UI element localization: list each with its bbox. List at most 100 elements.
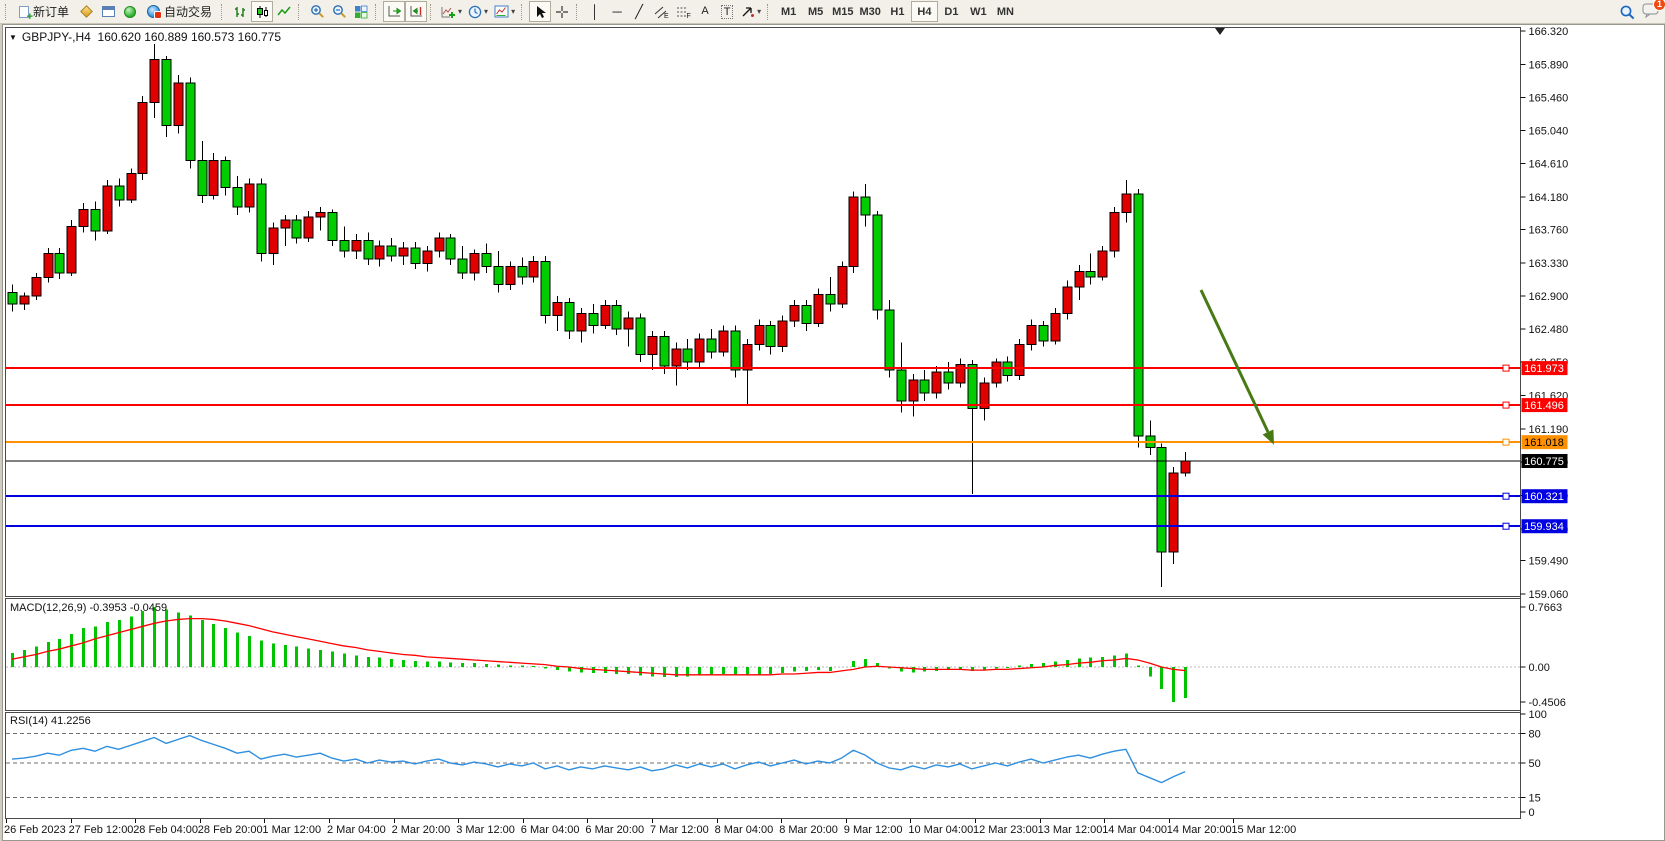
time-axis[interactable]: 26 Feb 202327 Feb 12:0028 Feb 04:0028 Fe… <box>4 819 1296 836</box>
hline-160.321[interactable]: 160.321 <box>6 489 1568 503</box>
crosshair-icon <box>555 5 569 19</box>
hline-160.775[interactable]: 160.775 <box>6 454 1568 468</box>
search-icon[interactable] <box>1619 4 1636 21</box>
toolbar-grip[interactable] <box>430 4 434 20</box>
candle-up <box>304 217 313 238</box>
arrows-tool-button[interactable]: ▾ <box>738 1 764 22</box>
dropdown-arrow-icon: ▾ <box>757 7 761 16</box>
price-axis[interactable]: 166.320165.890165.460165.040164.610164.1… <box>1521 26 1569 819</box>
bar-chart-icon <box>233 5 247 19</box>
indicators-button[interactable]: ▾ <box>438 1 465 22</box>
candle-up <box>838 267 847 304</box>
notifications-button[interactable]: 1 <box>1642 2 1660 23</box>
timeframe-button-w1[interactable]: W1 <box>965 1 992 22</box>
hline-161.973[interactable]: 161.973 <box>6 361 1568 375</box>
toolbar-grip[interactable] <box>221 4 225 20</box>
trendline-tool-button[interactable]: ╱ <box>628 1 650 22</box>
timeframe-button-d1[interactable]: D1 <box>938 1 965 22</box>
templates-button[interactable]: ▾ <box>491 1 518 22</box>
price-tick-label: 164.610 <box>1529 159 1569 171</box>
chart-area[interactable]: 166.320165.890165.460165.040164.610164.1… <box>0 24 1665 841</box>
hline-handle[interactable] <box>1503 402 1509 408</box>
candle-down <box>328 212 337 240</box>
cursor-button[interactable] <box>529 1 551 22</box>
hline-161.496[interactable]: 161.496 <box>6 398 1568 412</box>
market-watch-button[interactable] <box>75 1 97 22</box>
auto-scroll-button[interactable] <box>383 1 405 22</box>
toolbar-grip[interactable] <box>375 4 379 20</box>
candlestick-chart-button[interactable] <box>251 1 273 22</box>
macd-signal-line <box>12 619 1185 675</box>
candle-up <box>506 267 515 285</box>
candle-down <box>541 261 550 315</box>
data-window-icon <box>102 6 115 17</box>
toolbar-right: 1 <box>1619 1 1660 23</box>
timeframe-button-m1[interactable]: M1 <box>775 1 802 22</box>
navigator-button[interactable] <box>119 1 141 22</box>
horizontal-line-icon: ─ <box>612 5 621 18</box>
hline-handle[interactable] <box>1503 365 1509 371</box>
candle-down <box>660 337 669 366</box>
svg-text:E: E <box>664 13 669 19</box>
candle-up <box>695 339 704 362</box>
timeframes-button[interactable]: ▾ <box>465 1 491 22</box>
rsi-axis-label: 15 <box>1529 792 1541 804</box>
candle-up <box>577 313 586 331</box>
toolbar-grip[interactable] <box>767 4 771 20</box>
timeframe-button-m15[interactable]: M15 <box>829 1 856 22</box>
chart-shift-marker-icon[interactable] <box>1215 28 1225 35</box>
equidistant-channel-tool-button[interactable]: E <box>650 1 672 22</box>
rsi-panel[interactable] <box>6 734 1520 798</box>
candle-down <box>707 339 716 352</box>
tile-windows-button[interactable] <box>350 1 372 22</box>
price-tick-label: 162.900 <box>1529 291 1569 303</box>
candle-up <box>32 278 41 297</box>
candle-up <box>790 306 799 322</box>
timeframe-button-mn[interactable]: MN <box>992 1 1019 22</box>
vertical-line-tool-button[interactable]: │ <box>584 1 606 22</box>
mt4-window: 新订单 自动交易 <box>0 0 1665 841</box>
hline-161.018[interactable]: 161.018 <box>6 435 1568 449</box>
new-order-button[interactable]: 新订单 <box>13 1 75 22</box>
timeframe-button-m5[interactable]: M5 <box>802 1 829 22</box>
macd-panel[interactable] <box>6 607 1520 702</box>
zoom-out-button[interactable] <box>328 1 350 22</box>
toolbar-grip[interactable] <box>5 4 9 20</box>
time-tick-label: 1 Mar 12:00 <box>262 824 321 836</box>
candle-down <box>683 349 692 362</box>
candle-down <box>364 240 373 259</box>
hline-159.934[interactable]: 159.934 <box>6 519 1568 533</box>
hline-handle[interactable] <box>1503 439 1509 445</box>
time-tick-label: 6 Mar 20:00 <box>585 824 644 836</box>
time-tick-label: 10 Mar 04:00 <box>908 824 973 836</box>
candle-down <box>221 161 230 188</box>
candle-down <box>446 238 455 259</box>
hline-handle[interactable] <box>1503 523 1509 529</box>
window-menu-icon[interactable]: ▼ <box>9 33 17 42</box>
data-window-button[interactable] <box>97 1 119 22</box>
arrows-tool-icon <box>741 5 755 18</box>
horizontal-line-tool-button[interactable]: ─ <box>606 1 628 22</box>
timeframe-button-h4[interactable]: H4 <box>911 1 938 22</box>
text-label-tool-button[interactable]: T <box>716 1 738 22</box>
bar-chart-button[interactable] <box>229 1 251 22</box>
text-tool-button[interactable]: A <box>694 1 716 22</box>
timeframe-button-m30[interactable]: M30 <box>857 1 884 22</box>
auto-trading-button[interactable]: 自动交易 <box>141 1 218 22</box>
chart-shift-button[interactable] <box>405 1 427 22</box>
candle-down <box>826 295 835 304</box>
crosshair-button[interactable] <box>551 1 573 22</box>
toolbar-grip[interactable] <box>576 4 580 20</box>
rsi-axis-label: 0 <box>1529 807 1535 819</box>
candle-down <box>1157 447 1166 552</box>
toolbar-grip[interactable] <box>298 4 302 20</box>
candle-up <box>435 238 444 251</box>
line-chart-button[interactable] <box>273 1 295 22</box>
toolbar-grip[interactable] <box>521 4 525 20</box>
timeframe-button-h1[interactable]: H1 <box>884 1 911 22</box>
zoom-in-button[interactable] <box>306 1 328 22</box>
chart-canvas[interactable]: 166.320165.890165.460165.040164.610164.1… <box>2 24 1665 841</box>
hline-handle[interactable] <box>1503 493 1509 499</box>
fibonacci-tool-button[interactable]: F <box>672 1 694 22</box>
price-tick-label: 159.060 <box>1529 589 1569 601</box>
